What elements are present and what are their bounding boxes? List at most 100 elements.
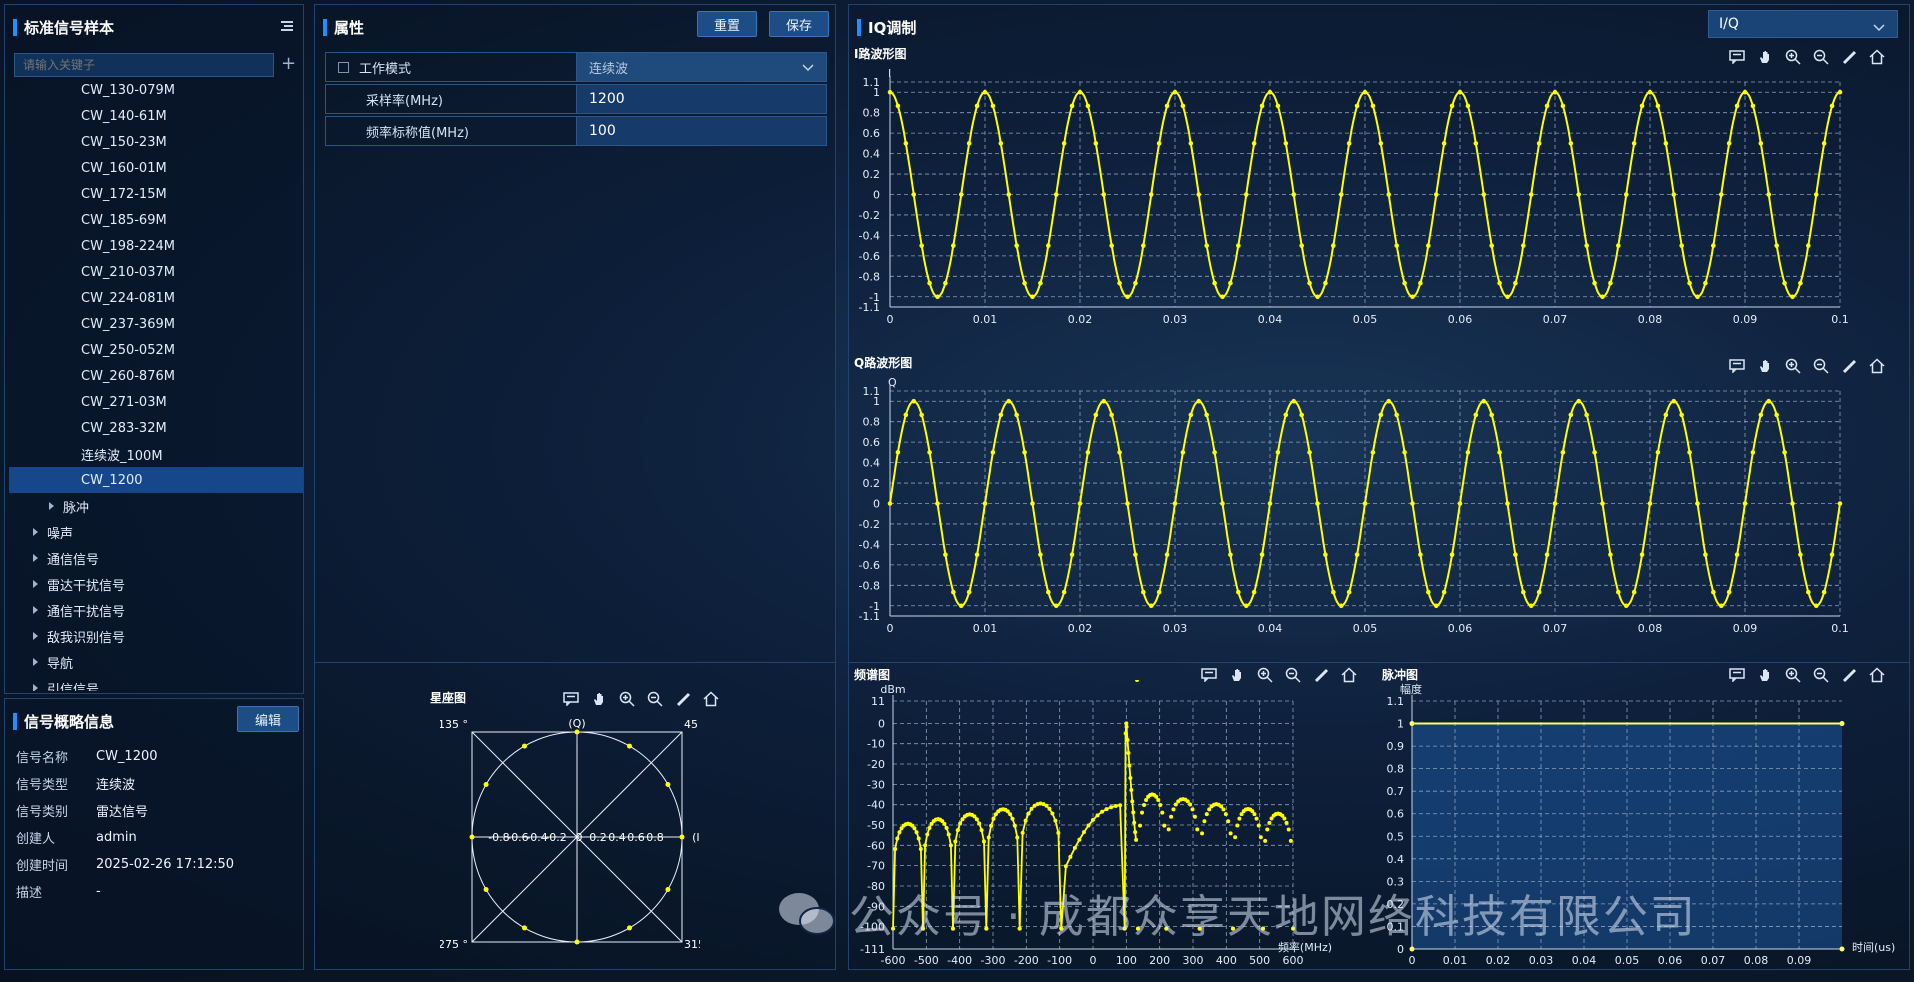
constellation-point (627, 925, 632, 931)
spectrum-point (916, 836, 921, 841)
y-tick-label: 0.4 (863, 148, 881, 161)
caret-right-icon[interactable] (33, 632, 38, 640)
frequency-input[interactable]: 100 (576, 117, 826, 145)
collapse-icon[interactable] (279, 19, 295, 33)
mode-select[interactable]: 连续波 (576, 53, 826, 81)
add-button[interactable]: + (281, 53, 296, 74)
iq-mode-select[interactable]: I/Q (1708, 10, 1898, 38)
constellation-point (627, 743, 632, 749)
x-tick-label: -500 (914, 954, 939, 967)
spectrum-point (1029, 806, 1034, 811)
sample-point (1790, 501, 1795, 506)
sample-point (1038, 280, 1043, 286)
tree-item[interactable]: CW_1200 (9, 467, 303, 493)
caret-right-icon[interactable] (33, 684, 38, 691)
sample-point (1410, 294, 1415, 300)
sample-point (951, 243, 956, 248)
spectrum-point (1252, 812, 1257, 817)
sample-point (1386, 398, 1392, 404)
spectrum-point (1130, 799, 1135, 804)
sample-point (990, 450, 996, 455)
tree-item[interactable]: 通信信号 (9, 545, 303, 571)
spectrum-point (1010, 816, 1015, 821)
spectrum-point (912, 826, 917, 831)
spectrum-point (897, 830, 902, 835)
tree-item[interactable]: CW_172-15M (9, 181, 303, 207)
divider-left (314, 662, 836, 663)
caret-right-icon[interactable] (33, 580, 38, 588)
sample-point (895, 450, 901, 455)
sample-point (1243, 603, 1249, 609)
spectrum-point (1020, 830, 1025, 835)
home-icon[interactable] (1868, 357, 1886, 375)
tree-item[interactable]: CW_130-079M (9, 83, 303, 103)
y-tick-label: 0 (873, 189, 880, 202)
tree-item[interactable]: CW_250-052M (9, 337, 303, 363)
spectrum-point (1113, 804, 1118, 809)
sample-point (1766, 192, 1772, 197)
tree-item[interactable]: CW_185-69M (9, 207, 303, 233)
tree-item[interactable]: CW_140-61M (9, 103, 303, 129)
tree-item[interactable]: 雷达干扰信号 (9, 571, 303, 597)
sample-point (1711, 243, 1716, 248)
sample-point (1782, 450, 1787, 455)
y-axis-label: Q (888, 376, 897, 389)
tree-item[interactable]: CW_260-876M (9, 363, 303, 389)
tree-item[interactable]: CW_271-03M (9, 389, 303, 415)
home-icon[interactable] (1868, 48, 1886, 66)
sample-point (1196, 398, 1202, 404)
sample-point (1608, 552, 1613, 557)
tree-item[interactable]: CW_150-23M (9, 129, 303, 155)
caret-right-icon[interactable] (33, 606, 38, 614)
save-button[interactable]: 保存 (769, 11, 829, 37)
tree-item[interactable]: 噪声 (9, 519, 303, 545)
tree-item[interactable]: CW_237-369M (9, 311, 303, 337)
sample-point (1188, 412, 1194, 418)
home-icon[interactable] (702, 690, 720, 708)
sample-point (1014, 412, 1019, 418)
x-tick-label: 0.02 (1068, 313, 1093, 324)
tree-item[interactable]: CW_210-037M (9, 259, 303, 285)
prop-label: 采样率(MHz) (366, 93, 443, 109)
search-input[interactable] (14, 53, 274, 77)
reset-button[interactable]: 重置 (697, 11, 757, 37)
x-tick-label: 0.03 (1529, 954, 1554, 967)
sample-point (990, 103, 996, 109)
sample-point (1164, 103, 1170, 109)
caret-right-icon[interactable] (33, 528, 38, 536)
y-tick-label: -0.6 (859, 250, 880, 263)
tree-item[interactable]: CW_160-01M (9, 155, 303, 181)
caret-right-icon[interactable] (49, 502, 54, 510)
edit-button[interactable]: 编辑 (237, 706, 299, 732)
spectrum-point (989, 823, 994, 828)
tree-item[interactable]: CW_224-081M (9, 285, 303, 311)
y-tick-label: -0.4 (859, 538, 880, 551)
mode-checkbox[interactable] (338, 61, 349, 73)
caret-right-icon[interactable] (33, 554, 38, 562)
tree-item[interactable]: 脉冲 (9, 493, 303, 519)
y-tick-label: 0.6 (1387, 808, 1405, 821)
tree-item[interactable]: CW_198-224M (9, 233, 303, 259)
sample-rate-input[interactable]: 1200 (576, 85, 826, 113)
spectrum-point (1282, 816, 1287, 821)
i-axis-label: (I) (692, 831, 700, 844)
sample-point (1837, 501, 1843, 506)
y-tick-label: -0.4 (859, 229, 880, 242)
tree-item[interactable]: 引信信号 (9, 675, 303, 691)
caret-right-icon[interactable] (33, 658, 38, 666)
spectrum-point (1077, 837, 1082, 842)
spectrum-point (1072, 845, 1077, 850)
sample-point (1631, 589, 1637, 595)
summary-value: admin (96, 829, 137, 845)
y-tick-label: 1 (873, 395, 880, 408)
tree-item[interactable]: 敌我识别信号 (9, 623, 303, 649)
spectrum-point (1265, 827, 1270, 832)
tree-item[interactable]: 连续波_100M (9, 441, 303, 467)
tree-item[interactable]: 通信干扰信号 (9, 597, 303, 623)
spectrum-point (944, 826, 949, 831)
tree-item[interactable]: 导航 (9, 649, 303, 675)
tree-item[interactable]: CW_283-32M (9, 415, 303, 441)
constellation-point (483, 782, 489, 787)
sample-point (1386, 192, 1392, 197)
y-tick-label: 0.6 (863, 436, 881, 449)
